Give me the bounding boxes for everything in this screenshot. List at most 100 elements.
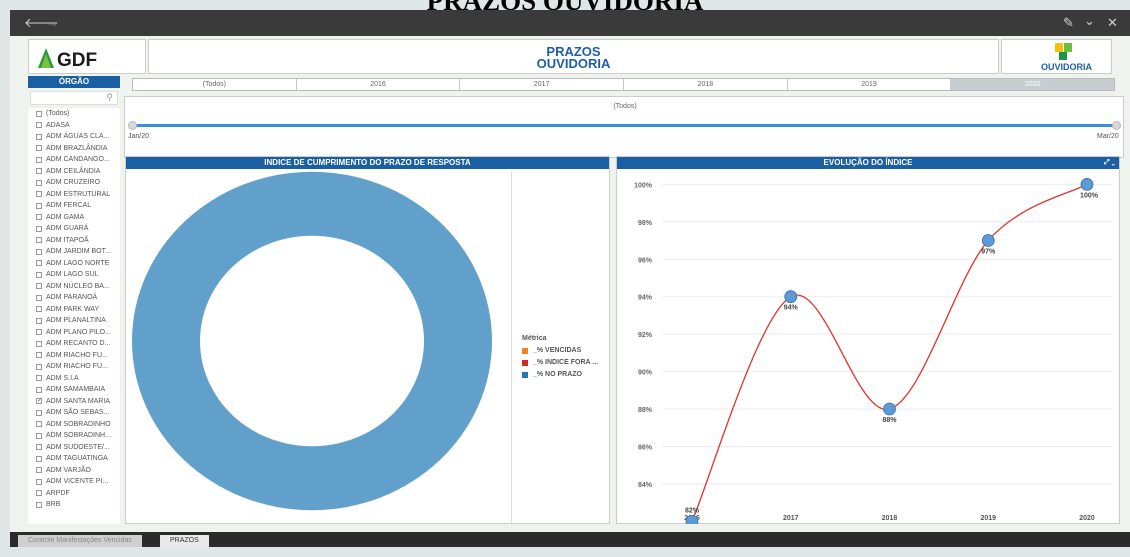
orgao-list-item[interactable]: ADM RIACHO FU...	[28, 361, 120, 373]
checkbox[interactable]	[36, 501, 42, 508]
orgao-list-item[interactable]: ADM SAMAMBAIA	[28, 384, 120, 396]
orgao-list-item[interactable]: ADM CANDANGO...	[28, 154, 120, 166]
orgao-list-item[interactable]: BRB	[28, 499, 120, 511]
orgao-list-item[interactable]: ADM SOBRADINHO	[28, 419, 120, 431]
checkbox[interactable]	[36, 478, 42, 485]
orgao-list-item[interactable]: ADM BRAZLÂNDIA	[28, 143, 120, 155]
slider-end-handle[interactable]	[1112, 121, 1121, 130]
donut-slice[interactable]	[132, 171, 492, 511]
orgao-list-item[interactable]: ADM GUARÁ	[28, 223, 120, 235]
checkbox[interactable]	[36, 110, 42, 117]
orgao-list-item[interactable]: ADM PLANALTINA	[28, 315, 120, 327]
orgao-list-item[interactable]: ✓ ADM SANTA MARIA	[28, 396, 120, 408]
data-point[interactable]	[685, 514, 699, 524]
orgao-list-item[interactable]: ADM JARDIM BOT...	[28, 246, 120, 258]
checkbox[interactable]	[36, 421, 42, 428]
checkbox[interactable]	[36, 467, 42, 474]
chevron-down-icon[interactable]: ⌄	[1084, 13, 1095, 29]
checkbox[interactable]	[36, 352, 42, 359]
checkbox[interactable]	[36, 363, 42, 370]
checkbox[interactable]	[36, 455, 42, 462]
close-icon[interactable]: ✕	[1107, 15, 1118, 31]
checkbox[interactable]	[36, 225, 42, 232]
checkbox[interactable]	[36, 283, 42, 290]
orgao-list-item[interactable]: ADASA	[28, 120, 120, 132]
slider-track[interactable]	[133, 124, 1116, 127]
year-option[interactable]: 2018	[624, 79, 788, 90]
checkbox[interactable]	[36, 490, 42, 497]
checkbox[interactable]	[36, 294, 42, 301]
orgao-search-input[interactable]: ⚲	[30, 91, 118, 105]
orgao-list-item[interactable]: ADM SOBRADINH...	[28, 430, 120, 442]
checkbox[interactable]	[36, 375, 42, 382]
data-point[interactable]	[883, 402, 896, 416]
checkbox[interactable]	[36, 260, 42, 267]
orgao-list-item[interactable]: ADM GAMA	[28, 212, 120, 224]
orgao-item-label: ADM RECANTO D...	[46, 340, 111, 348]
legend-item[interactable]: _% INDICE FORA ...	[522, 359, 598, 366]
checkbox[interactable]	[36, 432, 42, 439]
pen-icon[interactable]: ✎	[1063, 15, 1074, 31]
checkbox[interactable]	[36, 306, 42, 313]
year-option[interactable]: (Todos)	[133, 79, 297, 90]
checkbox[interactable]	[36, 145, 42, 152]
orgao-list-item[interactable]: (Todos)	[28, 108, 120, 120]
orgao-list-item[interactable]: ADM LAGO SUL	[28, 269, 120, 281]
checked-checkbox[interactable]: ✓	[36, 398, 42, 405]
data-point[interactable]	[981, 234, 995, 247]
search-icon[interactable]: ⚲	[106, 92, 113, 103]
checkbox[interactable]	[36, 168, 42, 175]
checkbox[interactable]	[36, 202, 42, 209]
orgao-list-item[interactable]: ADM S.I.A	[28, 373, 120, 385]
checkbox[interactable]	[36, 386, 42, 393]
checkbox[interactable]	[36, 317, 42, 324]
sheet-tab[interactable]: Controle Manifestações Vencidas	[18, 535, 142, 547]
orgao-list-item[interactable]: ADM ÁGUAS CLA...	[28, 131, 120, 143]
forward-icon[interactable]: →	[46, 15, 59, 31]
year-option[interactable]: 2019	[788, 79, 952, 90]
sheet-tab[interactable]: PRAZOS	[160, 535, 209, 547]
orgao-list-item[interactable]: ADM PLANO PILO...	[28, 327, 120, 339]
orgao-list-item[interactable]: ARPDF	[28, 488, 120, 500]
legend-item[interactable]: _% VENCIDAS	[522, 347, 581, 354]
checkbox[interactable]	[36, 340, 42, 347]
year-option[interactable]: 2017	[460, 79, 625, 90]
data-label: 82%	[685, 507, 700, 514]
checkbox[interactable]	[36, 214, 42, 221]
checkbox[interactable]	[36, 156, 42, 163]
legend-item[interactable]: _% NO PRAZO	[522, 371, 582, 378]
orgao-list-item[interactable]: ADM LAGO NORTE	[28, 258, 120, 270]
orgao-list-item[interactable]: ADM TAGUATINGA	[28, 453, 120, 465]
orgao-list-item[interactable]: ADM VARJÃO	[28, 465, 120, 477]
orgao-list-item[interactable]: ADM ITAPOÃ	[28, 235, 120, 247]
orgao-list-item[interactable]: ADM RECANTO D...	[28, 338, 120, 350]
orgao-list-item[interactable]: ADM SUDOESTE/...	[28, 442, 120, 454]
checkbox[interactable]	[36, 191, 42, 198]
orgao-list-item[interactable]: ADM CRUZEIRO	[28, 177, 120, 189]
orgao-list-item[interactable]: ADM PARK WAY	[28, 304, 120, 316]
orgao-filter-list: (Todos) ADASA ADM ÁGUAS CLA... ADM BRAZLÂND…	[28, 108, 120, 524]
orgao-list-item[interactable]: ADM FERCAL	[28, 200, 120, 212]
year-option[interactable]: 2016	[297, 79, 461, 90]
orgao-list-item[interactable]: ADM NÚCLEO BA...	[28, 281, 120, 293]
orgao-list-item[interactable]: ADM CEILÂNDIA	[28, 166, 120, 178]
orgao-list-item[interactable]: ADM RIACHO FU...	[28, 350, 120, 362]
checkbox[interactable]	[36, 271, 42, 278]
checkbox[interactable]	[36, 122, 42, 129]
orgao-list-item[interactable]: ADM SÃO SEBAS...	[28, 407, 120, 419]
checkbox[interactable]	[36, 329, 42, 336]
slider-start-handle[interactable]	[128, 121, 137, 130]
data-point[interactable]	[784, 290, 798, 304]
checkbox[interactable]	[36, 444, 42, 451]
checkbox[interactable]	[36, 237, 42, 244]
checkbox[interactable]	[36, 179, 42, 186]
expand-icon[interactable]: ⤢ ⌄	[1104, 157, 1115, 169]
orgao-list-item[interactable]: ADM VICENTE PI...	[28, 476, 120, 488]
checkbox[interactable]	[36, 248, 42, 255]
orgao-list-item[interactable]: ADM ESTRUTURAL	[28, 189, 120, 201]
checkbox[interactable]	[36, 133, 42, 140]
data-point[interactable]	[1080, 177, 1094, 191]
orgao-list-item[interactable]: ADM PARANOÁ	[28, 292, 120, 304]
checkbox[interactable]	[36, 409, 42, 416]
year-option[interactable]: 2020	[951, 79, 1115, 90]
